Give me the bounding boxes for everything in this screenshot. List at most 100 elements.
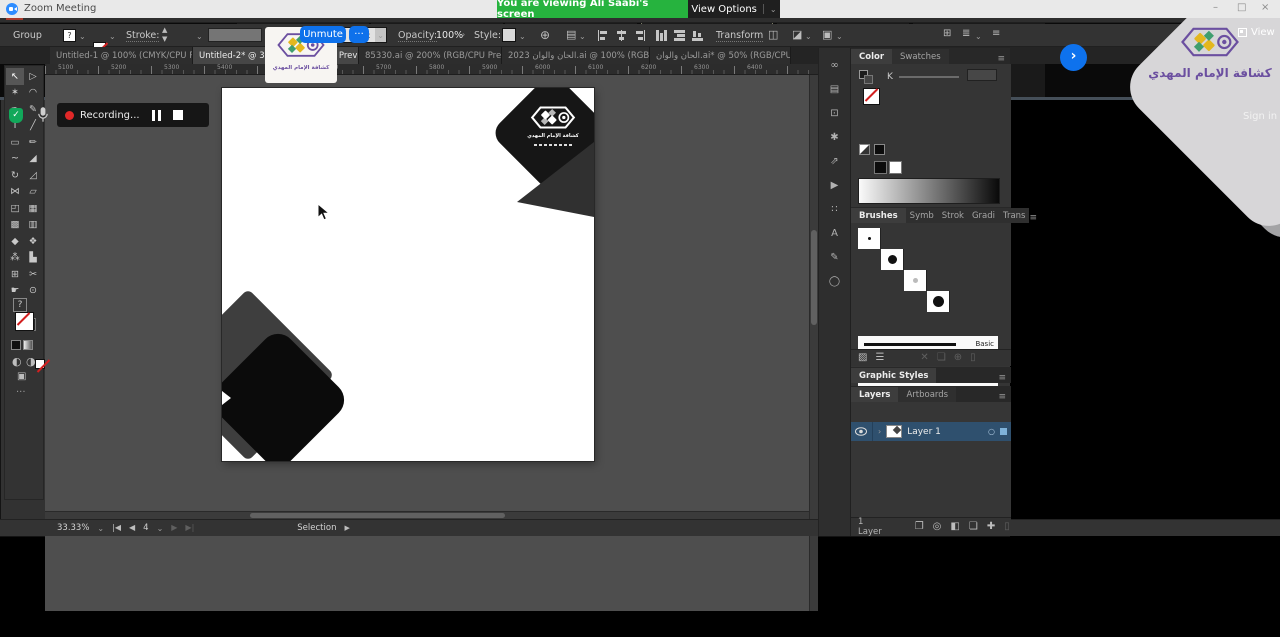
- tool-rectangle[interactable]: ▭: [6, 134, 24, 151]
- k-color-ramp[interactable]: [858, 178, 1000, 204]
- channel-value-field[interactable]: [967, 69, 997, 81]
- chevron-down-icon[interactable]: ⌄: [519, 32, 526, 41]
- more-options-icon[interactable]: ▣: [822, 29, 832, 40]
- chevron-down-icon[interactable]: ⌄: [157, 524, 164, 533]
- brush-dot-large[interactable]: [927, 291, 950, 312]
- draw-normal-icon[interactable]: ◐: [12, 356, 22, 367]
- tool-width[interactable]: ⋈: [6, 184, 24, 201]
- style-label[interactable]: Style:: [474, 30, 501, 41]
- panel-menu-icon[interactable]: ≡: [997, 54, 1010, 64]
- document-tab[interactable]: Untitled-1 @ 100% (CMYK/CPU P...×: [50, 47, 193, 64]
- dock-properties-icon[interactable]: ✱: [830, 132, 838, 143]
- panel-menu-icon[interactable]: ≡: [1029, 213, 1042, 223]
- last-artboard-icon[interactable]: ▶|: [185, 524, 194, 532]
- dock-document-icon[interactable]: ▤: [830, 84, 839, 95]
- document-tab[interactable]: 85330.ai @ 200% (RGB/CPU Previ...×: [359, 47, 502, 64]
- arrange-icon[interactable]: ◫: [768, 29, 778, 40]
- tab-layers[interactable]: Layers: [851, 387, 898, 402]
- chevron-down-icon[interactable]: ⌄: [836, 32, 843, 41]
- tool-lasso[interactable]: ◠: [24, 85, 42, 102]
- tool-scale[interactable]: ◿: [24, 167, 42, 184]
- tool-hand[interactable]: ☛: [6, 283, 24, 300]
- dock-character-icon[interactable]: A: [831, 228, 838, 239]
- stepper-up-icon[interactable]: ▲: [162, 27, 167, 34]
- target-circle-icon[interactable]: ○: [988, 427, 995, 436]
- brush-options-icon[interactable]: ❏: [937, 353, 946, 363]
- new-sublayer-icon[interactable]: ❏: [969, 522, 978, 532]
- zoom-maximize-button[interactable]: □: [1237, 2, 1246, 13]
- document-tab[interactable]: الحان والوان.ai* @ 50% (RGB/CPU P...×: [650, 47, 791, 64]
- align-left-icon[interactable]: [598, 30, 609, 41]
- unmute-button[interactable]: Unmute: [300, 26, 346, 43]
- align-center-icon[interactable]: [616, 30, 627, 41]
- swap-swatch-icon[interactable]: [859, 144, 870, 155]
- layer-name[interactable]: Layer 1: [907, 427, 941, 437]
- brush-dot-small[interactable]: [858, 228, 881, 249]
- artboard-number[interactable]: 4: [143, 523, 148, 533]
- status-expand-icon[interactable]: ▶: [344, 525, 349, 532]
- brush-dot-faint[interactable]: [904, 270, 927, 291]
- distribute-vertical-icon[interactable]: [656, 30, 667, 41]
- tab-symbols[interactable]: Symb: [906, 208, 938, 223]
- dock-appearance-icon[interactable]: ✎: [830, 252, 838, 263]
- chevron-down-icon[interactable]: ⌄: [579, 32, 586, 41]
- remove-brush-icon[interactable]: ✕: [920, 353, 928, 363]
- arrange-documents-icon[interactable]: ⊞: [943, 29, 951, 39]
- document-setup-icon[interactable]: ▤: [566, 29, 576, 40]
- style-swatch[interactable]: [502, 28, 516, 42]
- dock-paragraph-icon[interactable]: ◯: [829, 276, 840, 287]
- channel-slider[interactable]: [899, 76, 959, 78]
- stroke-proxy[interactable]: [864, 75, 873, 84]
- chevron-down-icon[interactable]: ⌄: [79, 32, 86, 41]
- tool-mesh[interactable]: ▩: [6, 217, 24, 234]
- dock-actions-icon[interactable]: ▶: [831, 180, 839, 191]
- tab-stroke[interactable]: Strok: [938, 208, 968, 223]
- tab-color[interactable]: Color: [851, 49, 892, 64]
- delete-brush-icon[interactable]: ▯: [970, 353, 976, 363]
- stepper-down-icon[interactable]: ▼: [162, 36, 167, 43]
- brush-dot-medium[interactable]: [881, 249, 904, 270]
- tab-swatches[interactable]: Swatches: [892, 49, 949, 64]
- tool-magic-wand[interactable]: ✶: [6, 85, 24, 102]
- tool-gradient[interactable]: ▥: [24, 217, 42, 234]
- align-bottom-icon[interactable]: [692, 30, 703, 41]
- dock-libraries-icon[interactable]: ∞: [830, 60, 838, 71]
- mic-icon[interactable]: [37, 106, 49, 123]
- selection-color-chip[interactable]: [1000, 428, 1007, 435]
- stop-recording-button[interactable]: [173, 110, 183, 120]
- tab-transparency[interactable]: Trans: [999, 208, 1029, 223]
- tool-shape-builder[interactable]: ◰: [6, 200, 24, 217]
- panel-menu-icon[interactable]: ≡: [992, 29, 1000, 39]
- libraries-menu-icon[interactable]: ☰: [875, 353, 884, 363]
- locate-object-icon[interactable]: ◎: [933, 522, 942, 532]
- chevron-right-icon[interactable]: ›: [462, 30, 465, 39]
- tool-paintbrush[interactable]: ✏: [24, 134, 42, 151]
- tool-zoom[interactable]: ⊙: [24, 283, 42, 300]
- black-ramp-swatch[interactable]: [874, 161, 887, 174]
- width-profile-dropdown[interactable]: [208, 28, 262, 42]
- chevron-down-icon[interactable]: ⌄: [805, 32, 812, 41]
- dock-export-icon[interactable]: ⊡: [830, 108, 838, 119]
- tab-artboards[interactable]: Artboards: [898, 387, 956, 402]
- collect-export-icon[interactable]: ❐: [915, 522, 924, 532]
- tool-shaper[interactable]: ~: [6, 151, 24, 168]
- visibility-eye-icon[interactable]: [855, 427, 867, 436]
- delete-layer-icon[interactable]: ▯: [1004, 522, 1010, 532]
- recolor-artwork-icon[interactable]: ⊕: [540, 29, 550, 41]
- screen-mode-icon[interactable]: ▣: [17, 372, 26, 382]
- tool-free-transform[interactable]: ▱: [24, 184, 42, 201]
- zoom-close-button[interactable]: ×: [1261, 2, 1269, 13]
- gradient-mode-button[interactable]: [23, 340, 33, 350]
- chevron-down-icon[interactable]: ⌄: [109, 32, 116, 41]
- horizontal-scrollbar[interactable]: [45, 511, 809, 519]
- new-brush-icon[interactable]: ⊕: [954, 353, 962, 363]
- more-options-button[interactable]: ···: [349, 26, 369, 43]
- tool-symbol-sprayer[interactable]: ⁂: [6, 250, 24, 267]
- make-mask-icon[interactable]: ◧: [950, 522, 959, 532]
- first-artboard-icon[interactable]: |◀: [112, 524, 121, 532]
- color-mode-button[interactable]: [11, 340, 21, 350]
- black-swatch[interactable]: [874, 144, 885, 155]
- scrollbar-thumb[interactable]: [250, 513, 505, 518]
- align-right-icon[interactable]: [634, 30, 645, 41]
- zoom-view-button[interactable]: View: [1238, 27, 1275, 38]
